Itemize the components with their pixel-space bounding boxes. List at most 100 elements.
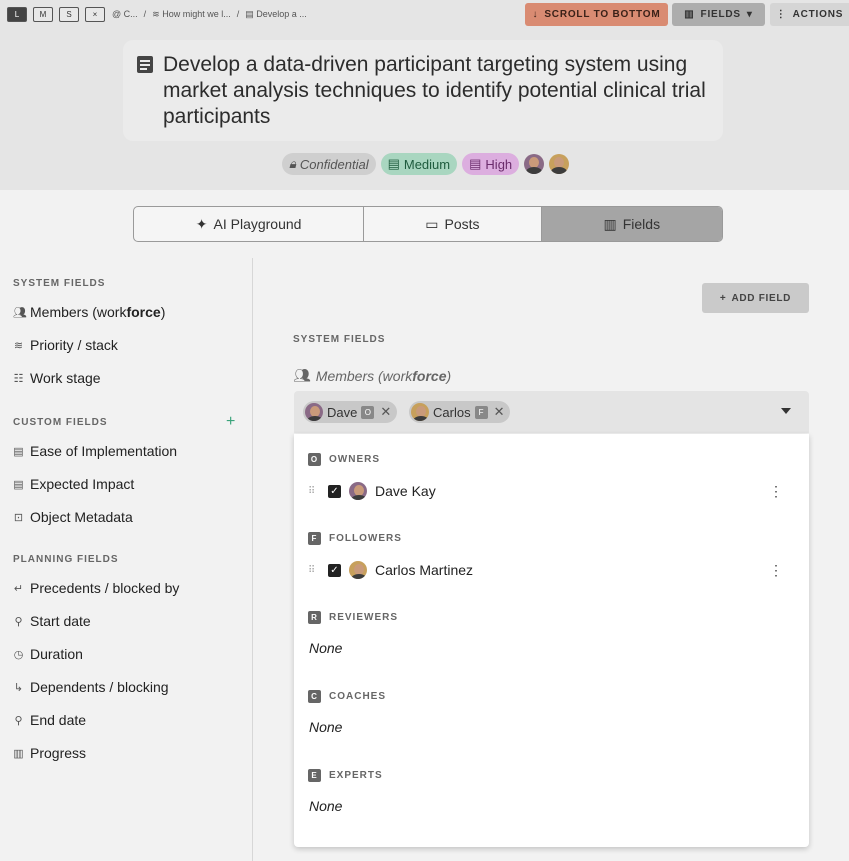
sidebar-item-metadata[interactable]: ⊡ Object Metadata [13,509,133,525]
tag-row: 🔒︎ Confidential ▤ Medium ▤ High [282,153,570,175]
coaches-group-header: C COACHES [308,690,386,703]
lock-icon: 🔒︎ [289,156,296,171]
calendar-person-icon: ⚲ [14,615,23,628]
page-title[interactable]: Develop a data-driven participant target… [163,52,713,130]
sidebar-item-progress-label: Progress [30,745,87,761]
empty-text: None [309,719,343,735]
document-icon: ▤ [245,9,257,19]
close-button[interactable]: × [85,7,105,22]
custom-fields-heading: CUSTOM FIELDS [13,417,108,428]
stack-icon: ≋ [152,9,163,19]
breadcrumb-separator: / [143,9,147,19]
window-controls: L M S × [7,7,105,22]
members-select[interactable]: Dave O ✕ Carlos F ✕ [294,391,809,433]
arrow-down-icon: ↓ [532,9,539,20]
checkbox[interactable]: ✓ [328,563,341,577]
confidential-label: Confidential [299,156,369,172]
role-badge: E [308,769,321,782]
remove-icon[interactable]: ✕ [380,404,391,420]
scroll-to-bottom-button[interactable]: ↓ SCROLL TO BOTTOM [525,3,668,26]
breadcrumb-item[interactable]: ▤ Develop a ... [245,9,307,20]
kebab-icon: ⋮ [775,9,787,20]
drag-handle-icon[interactable]: ⠿ [308,486,322,497]
member-chip-name: Carlos [433,404,471,420]
member-chip[interactable]: Dave O ✕ [303,401,398,423]
document-icon [137,56,153,73]
avatar[interactable] [524,154,545,174]
role-badge: O [308,453,321,466]
sidebar-item-end-date[interactable]: ⚲ End date [13,712,86,728]
sidebar-item-dependents-label: Dependents / blocking [30,679,169,695]
kebab-icon[interactable]: ⋮ [769,483,783,500]
sidebar-item-work-stage-label: Work stage [30,370,101,386]
avatar[interactable] [549,154,570,174]
medium-label: Medium [403,156,451,172]
caret-down-icon: ▾ [746,9,753,20]
role-badge: F [474,405,488,419]
sidebar-item-duration-label: Duration [30,646,83,662]
followers-group-header: F FOLLOWERS [308,532,402,545]
scroll-to-bottom-label: SCROLL TO BOTTOM [544,9,661,20]
bar-chart-icon: ▥ [684,9,695,20]
medium-tag[interactable]: ▤ Medium [380,153,458,175]
list-icon: ▤ [13,478,24,491]
role-badge: C [308,690,321,703]
list-item[interactable]: ⠿ ✓ Dave Kay ⋮ [308,480,795,502]
list-icon: ▤ [387,156,400,171]
tab-ai-playground[interactable]: ✦ AI Playground [134,207,365,241]
fields-button[interactable]: ▥ FIELDS ▾ [672,3,765,26]
sidebar-item-members-label: Members (workforce) [30,304,166,320]
calendar-person-icon: ⚲ [14,714,23,727]
confidential-tag[interactable]: 🔒︎ Confidential [282,153,376,175]
add-custom-field-icon[interactable]: + [226,413,235,431]
dropdown-caret-icon[interactable] [781,408,791,414]
breadcrumb-item-label: Develop a ... [256,9,307,19]
remove-icon[interactable]: ✕ [494,404,505,420]
board-icon: ☷ [13,372,24,385]
title-card: Develop a data-driven participant target… [123,40,723,141]
sidebar-item-ease[interactable]: ▤ Ease of Implementation [13,443,177,459]
sidebar-item-precedents-label: Precedents / blocked by [30,580,180,596]
member-chip[interactable]: Carlos F ✕ [409,401,511,423]
layout-small-button[interactable]: S [59,7,79,22]
members-dropdown: O OWNERS ⠿ ✓ Dave Kay ⋮ F FOLLOWERS ⠿ ✓ … [294,434,809,847]
avatar [349,561,367,579]
sidebar-item-precedents[interactable]: ↵ Precedents / blocked by [13,580,180,596]
sidebar-item-dependents[interactable]: ↳ Dependents / blocking [13,679,169,695]
breadcrumb-question[interactable]: ≋ How might we l... [152,9,231,20]
tab-fields[interactable]: ▥ Fields [541,207,722,241]
sidebar-item-impact[interactable]: ▤ Expected Impact [13,476,134,492]
sidebar-item-members[interactable]: 👥︎ Members (workforce) [13,304,165,320]
member-name: Carlos Martinez [375,562,474,578]
sidebar-item-work-stage[interactable]: ☷ Work stage [13,370,101,386]
text-box-icon: ⊡ [13,511,24,524]
breadcrumb-workspace[interactable]: @ C... [112,9,138,20]
high-tag[interactable]: ▤ High [462,153,520,175]
sidebar-item-duration[interactable]: ◷ Duration [13,646,83,662]
sparkle-icon: ✦ [195,215,208,232]
checkbox[interactable]: ✓ [328,484,341,498]
drag-handle-icon[interactable]: ⠿ [308,565,322,576]
sidebar-item-impact-label: Expected Impact [30,476,135,492]
tab-posts[interactable]: ▭ Posts [364,207,542,241]
add-field-label: ADD FIELD [731,292,792,304]
sidebar-item-progress[interactable]: ▥ Progress [13,745,86,761]
members-field-label: 👥︎ Members (workforce) [293,367,451,384]
role-badge: R [308,611,321,624]
list-icon: ▤ [13,445,24,458]
actions-label: ACTIONS [792,9,844,20]
actions-button[interactable]: ⋮ ACTIONS [770,3,849,26]
followers-title: FOLLOWERS [329,533,402,544]
people-icon: 👥︎ [293,367,311,383]
breadcrumb-separator: / [236,9,240,19]
sidebar-item-priority[interactable]: ≋ Priority / stack [13,337,118,353]
list-item[interactable]: ⠿ ✓ Carlos Martinez ⋮ [308,559,795,581]
member-name: Dave Kay [375,483,436,499]
layout-large-button[interactable]: L [7,7,27,22]
kebab-icon[interactable]: ⋮ [769,562,783,579]
sidebar-item-start-date[interactable]: ⚲ Start date [13,613,90,629]
owners-title: OWNERS [329,454,380,465]
layout-medium-button[interactable]: M [33,7,53,22]
avatar [305,403,323,421]
add-field-button[interactable]: + ADD FIELD [702,283,809,313]
